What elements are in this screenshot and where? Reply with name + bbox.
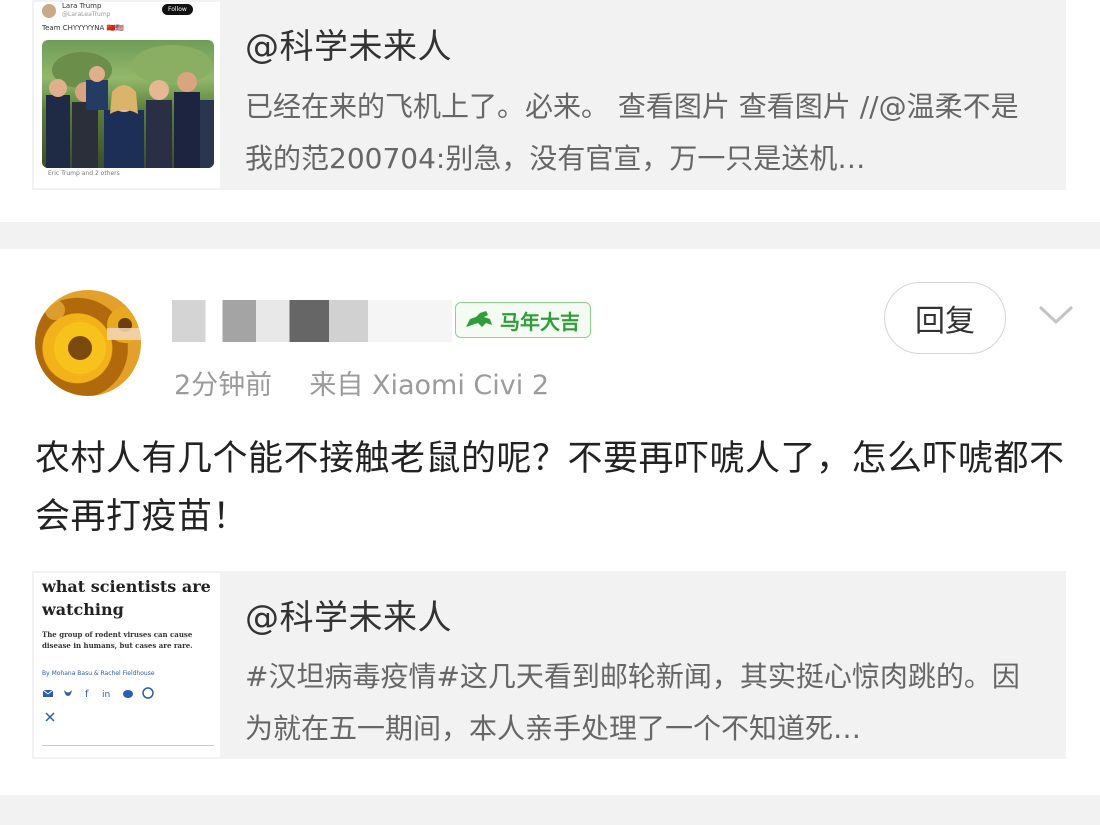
user-avatar[interactable] bbox=[35, 290, 141, 396]
post-meta: 2分钟前 来自 Xiaomi Civi 2 bbox=[174, 363, 549, 402]
feed-divider bbox=[0, 795, 1100, 825]
reply-button-label: 回复 bbox=[915, 304, 975, 339]
thumb-byline: By Mohana Basu & Rachel Fieldhouse bbox=[42, 670, 155, 677]
repost-card-bottom[interactable]: what scientists are watching The group o… bbox=[32, 571, 1066, 759]
thumb-dek: The group of rodent viruses can cause di… bbox=[42, 630, 193, 650]
thumb-divider-line bbox=[42, 745, 214, 746]
post-content: 农村人有几个能不接触老鼠的呢？不要再吓唬人了，怎么吓唬都不会再打疫苗！ bbox=[35, 439, 1065, 537]
repost-author[interactable]: @科学未来人 bbox=[245, 19, 452, 68]
share-icons-row: f in bbox=[42, 687, 154, 699]
svg-text:f: f bbox=[85, 689, 89, 699]
linkedin-icon: in bbox=[102, 690, 110, 699]
post-time: 2分钟前 bbox=[174, 370, 273, 401]
bluesky-icon bbox=[64, 690, 72, 696]
repost-thumbnail-top: Lara Trump @LaraLeaTrump Follow Team CHY… bbox=[34, 2, 220, 188]
repost-author[interactable]: @科学未来人 bbox=[245, 590, 452, 639]
repost-card-top[interactable]: Lara Trump @LaraLeaTrump Follow Team CHY… bbox=[32, 0, 1066, 190]
email-icon bbox=[42, 689, 54, 697]
post-source: 来自 Xiaomi Civi 2 bbox=[309, 370, 549, 401]
chevron-down-icon[interactable] bbox=[1036, 300, 1076, 330]
feed-divider bbox=[0, 222, 1100, 249]
svg-text:in: in bbox=[102, 690, 110, 699]
horse-icon bbox=[466, 311, 492, 327]
x-icon bbox=[45, 712, 55, 722]
repost-thumbnail-bottom: what scientists are watching The group o… bbox=[34, 573, 220, 757]
status-badge[interactable]: 马年大吉 bbox=[455, 302, 591, 338]
group-photo-illustration bbox=[46, 45, 214, 168]
thumb-tagged-people: Eric Trump and 2 others bbox=[48, 170, 120, 177]
username-obscured bbox=[172, 300, 452, 342]
sunflower-avatar-image bbox=[45, 300, 141, 374]
thumb-photo bbox=[42, 40, 214, 168]
reply-button[interactable]: 回复 bbox=[884, 282, 1006, 354]
badge-label: 马年大吉 bbox=[500, 309, 580, 334]
thumb-account-handle: @LaraLeaTrump bbox=[62, 11, 111, 18]
reddit-icon bbox=[123, 690, 133, 698]
repost-text: 已经在来的飞机上了。必来。 查看图片 查看图片 //@温柔不是我的范200704… bbox=[245, 90, 1019, 175]
thumb-account-name: Lara Trump bbox=[62, 2, 102, 10]
thumb-avatar bbox=[42, 4, 56, 18]
thumb-follow-button: Follow bbox=[162, 4, 193, 15]
thumb-headline: what scientists are watching bbox=[42, 577, 211, 619]
facebook-icon: f bbox=[85, 689, 89, 699]
repost-text: #汉坦病毒疫情#这几天看到邮轮新闻，其实挺心惊肉跳的。因为就在五一期间，本人亲手… bbox=[245, 660, 1020, 745]
whatsapp-icon bbox=[142, 687, 154, 699]
thumb-caption: Team CHYYYYYNA 🇨🇳🇺🇸 bbox=[42, 24, 124, 32]
